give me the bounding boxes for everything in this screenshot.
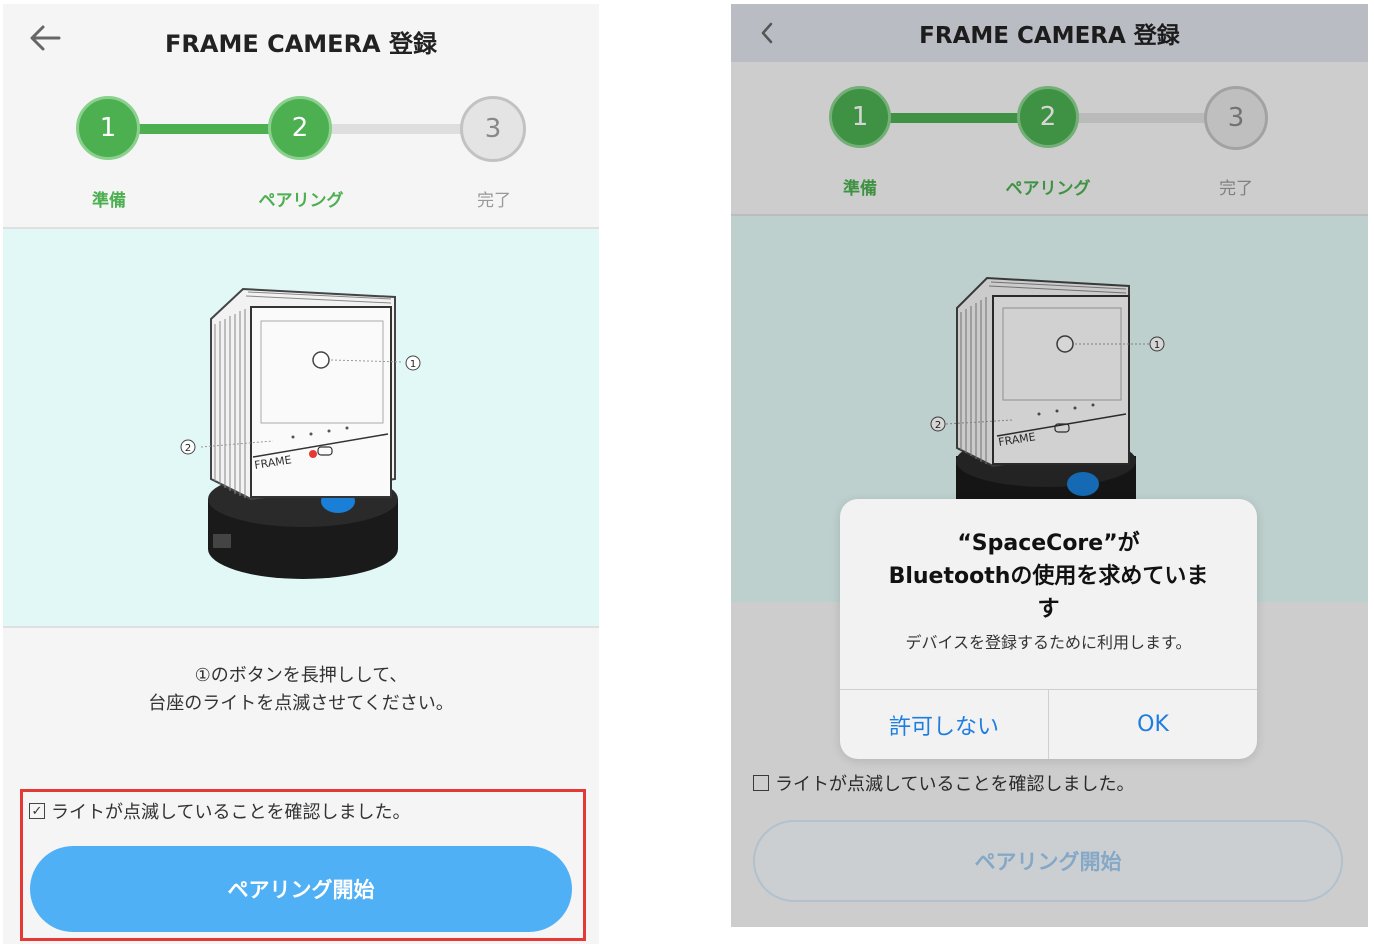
step-2-circle: 2 [268, 96, 332, 160]
page-title: FRAME CAMERA 登録 [165, 30, 437, 58]
checkbox-label: ライトが点滅していることを確認しました。 [51, 802, 411, 823]
bluetooth-permission-alert: “SpaceCore”が Bluetoothの使用を求めていま す デバイスを登… [840, 499, 1257, 759]
alert-message: デバイスを登録するために利用します。 [905, 633, 1192, 652]
step-1-circle: 1 [76, 96, 140, 160]
callout-2: 2 [185, 443, 191, 454]
step-2-label: ペアリング [258, 191, 344, 211]
step-1-label: 準備 [92, 191, 126, 211]
instruction-line-1: ①のボタンを長押しして、 [194, 665, 408, 686]
right-phone-screen: FRAME CAMERA 登録 1 2 3 準備 ペアリング 完了 FRAME … [731, 4, 1368, 927]
ok-button[interactable]: OK [1049, 690, 1257, 759]
left-phone-screen: FRAME CAMERA 登録 1 2 3 準備 ペアリング 完了 FRAME … [3, 4, 599, 944]
step-3-label: 完了 [477, 191, 511, 211]
checkbox-checked-icon[interactable]: ✓ [29, 803, 45, 819]
frame-camera-device-image: FRAME 1 2 [180, 287, 421, 579]
deny-button[interactable]: 許可しない [840, 690, 1048, 759]
divider [3, 626, 599, 628]
alert-title-line-1: “SpaceCore”が [957, 531, 1140, 556]
step-3-circle: 3 [460, 96, 526, 162]
modal-dim-overlay [731, 4, 1368, 927]
alert-title-line-2: Bluetoothの使用を求めていま [888, 564, 1209, 589]
instruction-text: ①のボタンを長押しして、 台座のライトを点滅させてください。 [3, 662, 599, 718]
confirm-checkbox-row[interactable]: ✓ ライトが点滅していることを確認しました。 [29, 798, 410, 824]
alert-title: “SpaceCore”が Bluetoothの使用を求めていま す [858, 527, 1239, 626]
callout-1: 1 [410, 359, 416, 370]
start-pairing-button[interactable]: ペアリング開始 [30, 846, 572, 932]
alert-title-line-3: す [1037, 597, 1060, 622]
instruction-line-2: 台座のライトを点滅させてください。 [148, 693, 454, 714]
device-illustration: FRAME 1 2 [3, 229, 599, 626]
